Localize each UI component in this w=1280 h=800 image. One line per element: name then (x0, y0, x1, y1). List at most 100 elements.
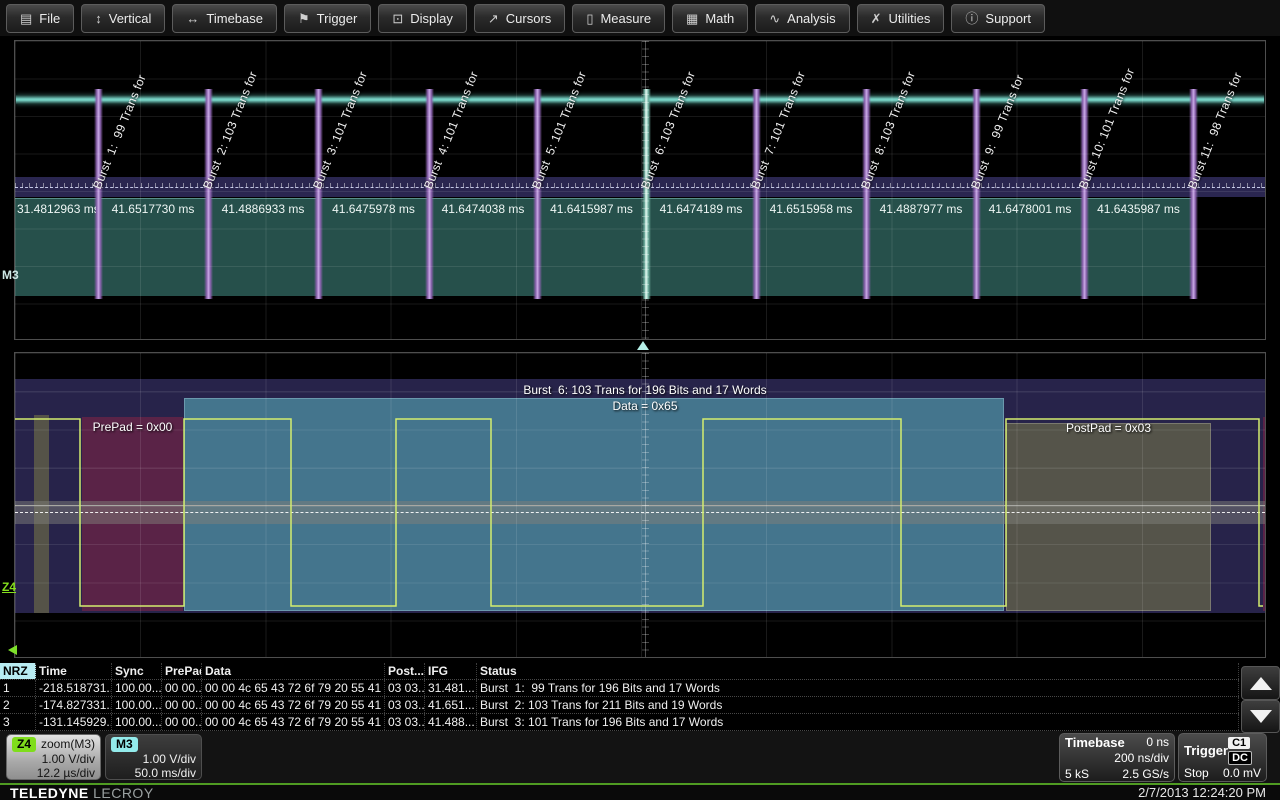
table-cell: 00 00 4c 65 43 72 6f 79 20 55 41 52... (202, 680, 385, 696)
z4-vdiv: 1.00 V/div (42, 752, 95, 766)
menu-label-file: File (39, 11, 60, 26)
oscilloscope-screen: ▤File↕Vertical↔Timebase⚑Trigger⊡Display↗… (0, 0, 1280, 800)
menu-label-math: Math (705, 11, 734, 26)
z4-badge: Z4 (12, 737, 36, 752)
table-header: NRZTimeSyncPrePadDataPost...IFGStatus (0, 663, 1239, 680)
trigger-descriptor-box[interactable]: Trigger C1 DC Stop 0.0 mV Edge Positive (1178, 733, 1267, 782)
burst-marker-8 (862, 89, 871, 299)
menu-label-trigger: Trigger (317, 11, 358, 26)
trigger-coupling-badge: DC (1228, 751, 1252, 765)
menu-button-cursors[interactable]: ↗Cursors (474, 4, 565, 33)
table-header-sync[interactable]: Sync (112, 663, 162, 679)
table-row-2[interactable]: 2-174.827331...100.00...00 00...00 00 4c… (0, 697, 1239, 714)
menu-label-vertical: Vertical (109, 11, 152, 26)
file-icon: ▤ (20, 12, 32, 25)
brand-bold: TELEDYNE (10, 785, 89, 800)
table-header-status[interactable]: Status (477, 663, 1239, 679)
burst-marker-10 (1080, 89, 1089, 299)
menu-button-display[interactable]: ⊡Display (378, 4, 467, 33)
timebase-per-div: 200 ns/div (1114, 751, 1169, 766)
measurement-value-4: 41.6475978 ms (320, 202, 427, 216)
table-cell: 31.481... (425, 680, 477, 696)
menu-bar: ▤File↕Vertical↔Timebase⚑Trigger⊡Display↗… (0, 0, 1280, 36)
table-cell: 41.651... (425, 697, 477, 713)
table-cell: 00 00 4c 65 43 72 6f 79 20 55 41 52... (202, 697, 385, 713)
menu-label-display: Display (410, 11, 453, 26)
measurement-value-8: 41.6515958 ms (758, 202, 864, 216)
table-cell: Burst 1: 99 Trans for 196 Bits and 17 Wo… (477, 680, 1239, 696)
menu-label-analysis: Analysis (787, 11, 835, 26)
menu-button-trigger[interactable]: ⚑Trigger (284, 4, 371, 33)
table-cell: 100.00... (112, 680, 162, 696)
brand-logo: TELEDYNE LECROY (10, 785, 154, 800)
timebase-icon: ↔ (186, 12, 199, 25)
table-cell: 3 (0, 714, 36, 730)
z4-title: zoom(M3) (41, 737, 95, 752)
cursors-icon: ↗ (488, 12, 499, 25)
timebase-rate: 2.5 GS/s (1122, 767, 1169, 782)
scroll-up-icon (1250, 677, 1272, 690)
z4-descriptor-box[interactable]: Z4 zoom(M3) 1.00 V/div 12.2 µs/div (6, 734, 101, 780)
table-header-time[interactable]: Time (36, 663, 112, 679)
nrz-waveform-trace (15, 419, 1263, 606)
menu-button-timebase[interactable]: ↔ Timebase (172, 4, 277, 33)
table-header-prepad[interactable]: PrePad (162, 663, 202, 679)
table-cell: 00 00... (162, 680, 202, 696)
menu-label-measure: Measure (600, 11, 651, 26)
measurement-value-3: 41.4886933 ms (210, 202, 316, 216)
menu-button-vertical[interactable]: ↕ Vertical (81, 4, 165, 33)
burst-annotation-line2: Data = 0x65 (359, 399, 931, 413)
table-cell: 1 (0, 680, 36, 696)
postpad-label: PostPad = 0x03 (1006, 421, 1211, 435)
timebase-title: Timebase (1065, 735, 1125, 750)
table-scroll-up-button[interactable] (1241, 666, 1280, 700)
menu-button-measure[interactable]: ▯ Measure (572, 4, 665, 33)
table-cell: -218.518731... (36, 680, 112, 696)
table-row-3[interactable]: 3-131.145929...100.00...00 00...00 00 4c… (0, 714, 1239, 731)
table-header-data[interactable]: Data (202, 663, 385, 679)
menu-label-timebase: Timebase (206, 11, 263, 26)
menu-button-file[interactable]: ▤ File (6, 4, 74, 33)
measure-icon: ▯ (586, 12, 593, 25)
m3-tdiv: 50.0 ms/div (135, 766, 196, 780)
table-header-ifg[interactable]: IFG (425, 663, 477, 679)
table-cell: 03 03... (385, 697, 425, 713)
menu-button-analysis[interactable]: ∿Analysis (755, 4, 849, 33)
measurement-value-6: 41.6415987 ms (539, 202, 644, 216)
burst-marker-9 (972, 89, 981, 299)
decode-table: NRZTimeSyncPrePadDataPost...IFGStatus 1-… (0, 663, 1239, 731)
timebase-offset: 0 ns (1146, 735, 1169, 750)
menu-label-utilities: Utilities (888, 11, 930, 26)
table-row-1[interactable]: 1-218.518731...100.00...00 00...00 00 4c… (0, 680, 1239, 697)
table-header-nrz[interactable]: NRZ (0, 663, 36, 679)
measurement-value-10: 41.6478001 ms (978, 202, 1082, 216)
table-header-post[interactable]: Post... (385, 663, 425, 679)
table-body: 1-218.518731...100.00...00 00...00 00 4c… (0, 680, 1239, 731)
math-icon: ▦ (686, 12, 698, 25)
table-cell: 2 (0, 697, 36, 713)
trigger-position-indicator[interactable] (637, 341, 649, 350)
table-cell: 00 00... (162, 697, 202, 713)
vertical-icon: ↕ (95, 12, 102, 25)
table-scroll-down-button[interactable] (1241, 700, 1280, 733)
z4-channel-label: Z4 (2, 580, 16, 594)
menu-button-support[interactable]: ⓘSupport (951, 4, 1045, 33)
measurement-value-1: 31.4812963 ms (17, 202, 96, 216)
measurement-value-9: 41.4887977 ms (868, 202, 974, 216)
table-cell: 03 03... (385, 680, 425, 696)
timebase-descriptor-box[interactable]: Timebase 0 ns 200 ns/div 5 kS 2.5 GS/s (1059, 733, 1175, 782)
table-cell: 00 00 4c 65 43 72 6f 79 20 55 41 52... (202, 714, 385, 730)
table-cell: Burst 2: 103 Trans for 211 Bits and 19 W… (477, 697, 1239, 713)
burst-annotation-line1: Burst 6: 103 Trans for 196 Bits and 17 W… (359, 383, 931, 397)
trigger-title: Trigger (1184, 743, 1228, 758)
table-cell: 100.00... (112, 714, 162, 730)
m3-descriptor-box[interactable]: M3 1.00 V/div 50.0 ms/div (105, 734, 202, 780)
menu-button-math[interactable]: ▦ Math (672, 4, 748, 33)
burst-marker-3 (314, 89, 323, 299)
zoom-grid[interactable]: Burst 6: 103 Trans for 196 Bits and 17 W… (14, 352, 1266, 658)
top-grid[interactable]: 31.4812963 ms41.6517730 ms41.4886933 ms4… (14, 40, 1266, 340)
status-bar: Z4 zoom(M3) 1.00 V/div 12.2 µs/div M3 1.… (0, 731, 1280, 783)
m3-vdiv: 1.00 V/div (143, 752, 196, 766)
menu-button-utilities[interactable]: ✗Utilities (857, 4, 945, 33)
burst-marker-7 (752, 89, 761, 299)
